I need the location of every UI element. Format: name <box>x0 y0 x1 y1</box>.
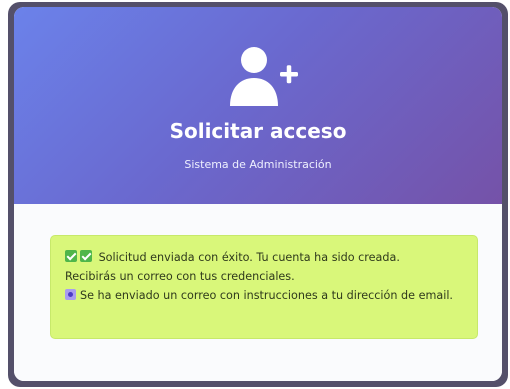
check-icon <box>65 250 77 262</box>
email-instructions-message: Se ha enviado un correo con instruccione… <box>80 289 453 302</box>
mail-dot-icon <box>65 289 76 300</box>
check-icon <box>80 250 92 262</box>
success-message: Solicitud enviada con éxito. Tu cuenta h… <box>98 251 400 264</box>
success-alert: Solicitud enviada con éxito. Tu cuenta h… <box>50 235 478 339</box>
page-title: Solicitar acceso <box>169 119 347 143</box>
credentials-message: Recibirás un correo con tus credenciales… <box>65 270 295 283</box>
card-body: Solicitud enviada con éxito. Tu cuenta h… <box>14 204 502 381</box>
screen: Solicitar acceso Sistema de Administraci… <box>0 0 510 389</box>
page-subtitle: Sistema de Administración <box>184 158 332 171</box>
access-request-card: Solicitar acceso Sistema de Administraci… <box>14 7 502 381</box>
user-plus-icon <box>230 47 298 106</box>
card-header: Solicitar acceso Sistema de Administraci… <box>14 7 502 204</box>
